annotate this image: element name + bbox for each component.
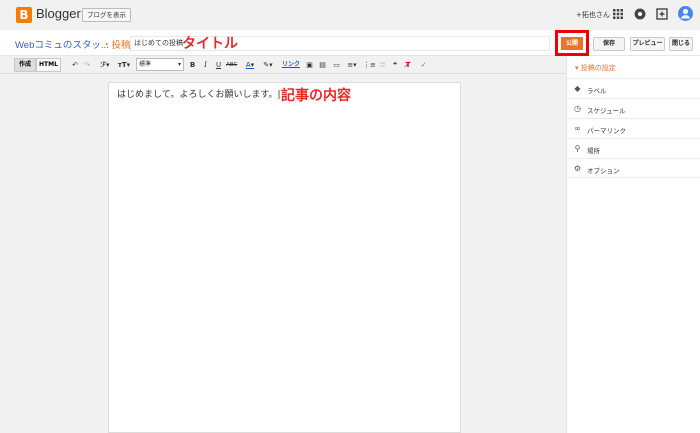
- image-icon[interactable]: ▣: [304, 59, 315, 71]
- blog-name-link[interactable]: Webコミュのスタッ...: [15, 37, 109, 51]
- post-body-editor[interactable]: はじめまして。よろしくお願いします。| 記事の内容: [108, 82, 461, 433]
- bold-icon[interactable]: B: [188, 59, 197, 71]
- text-color-icon[interactable]: A▾: [243, 59, 257, 71]
- save-button[interactable]: 保存: [593, 37, 625, 51]
- clear-format-icon[interactable]: T̸: [403, 59, 413, 71]
- editor-toolbar: 作成 HTML ↶ ↷ ℱ▾ тT▾ 標準 ▾ B I U ABC A▾ ✎▾ リ…: [0, 56, 566, 74]
- undo-icon[interactable]: ↶: [70, 59, 80, 71]
- post-body-text: はじめまして。よろしくお願いします。|: [117, 90, 281, 100]
- font-family-icon[interactable]: ℱ▾: [98, 59, 112, 71]
- user-name[interactable]: +拓也さん: [576, 10, 610, 20]
- link-button[interactable]: リンク: [282, 59, 300, 71]
- compose-mode-button[interactable]: 作成: [14, 58, 36, 72]
- format-select[interactable]: 標準 ▾: [136, 58, 184, 71]
- post-settings-sidebar: ▾ 投稿の設定 ◆ ラベル ◷ スケジュール ∞ パーマリンク ⚲ 場所 ⚙ オプション: [566, 56, 700, 433]
- brand-name: Blogger: [36, 6, 81, 21]
- breadcrumb-post: ・投稿: [102, 40, 131, 51]
- redo-icon[interactable]: ↷: [82, 59, 92, 71]
- close-button[interactable]: 閉じる: [669, 37, 693, 51]
- align-icon[interactable]: ≡▾: [345, 59, 359, 71]
- publish-highlight: 公開: [555, 30, 589, 56]
- publish-button[interactable]: 公開: [561, 37, 583, 50]
- video-icon[interactable]: ▤: [317, 59, 328, 71]
- italic-icon[interactable]: I: [201, 59, 210, 71]
- link-icon: ∞: [574, 124, 581, 133]
- sidebar-item-label: スケジュール: [587, 107, 626, 115]
- share-add-icon[interactable]: [656, 8, 668, 20]
- top-bar: B Blogger ブログを表示 +拓也さん: [0, 0, 700, 30]
- font-size-icon[interactable]: тT▾: [116, 59, 132, 71]
- label-icon: ◆: [574, 84, 581, 93]
- sidebar-item-label: パーマリンク: [587, 127, 626, 135]
- post-header: Webコミュのスタッ... ・投稿 はじめての投稿 タイトル 保存 プレビュー …: [0, 30, 700, 56]
- apps-grid-icon[interactable]: [612, 8, 624, 20]
- strikethrough-icon[interactable]: ABC: [226, 59, 237, 71]
- highlight-color-icon[interactable]: ✎▾: [261, 59, 275, 71]
- html-mode-button[interactable]: HTML: [36, 58, 61, 72]
- sidebar-item-permalink[interactable]: ∞ パーマリンク: [567, 118, 700, 138]
- bulleted-list-icon[interactable]: ∷: [377, 59, 388, 71]
- sidebar-item-schedule[interactable]: ◷ スケジュール: [567, 98, 700, 118]
- numbered-list-icon[interactable]: ⋮≡: [363, 59, 376, 71]
- format-select-value: 標準: [139, 61, 152, 68]
- clock-icon: ◷: [574, 104, 581, 113]
- sidebar-item-location[interactable]: ⚲ 場所: [567, 138, 700, 158]
- gear-icon: ⚙: [573, 164, 582, 173]
- sidebar-item-label: オプション: [587, 167, 620, 175]
- title-annotation: タイトル: [182, 36, 238, 52]
- spellcheck-icon[interactable]: ✓: [418, 59, 429, 71]
- location-icon: ⚲: [574, 144, 581, 153]
- sidebar-item-label: ラベル: [587, 87, 607, 95]
- content-annotation: 記事の内容: [281, 88, 351, 104]
- sidebar-item-options[interactable]: ⚙ オプション: [567, 158, 700, 178]
- notifications-icon[interactable]: [634, 8, 646, 20]
- chevron-down-icon: ▾: [177, 61, 181, 68]
- jump-break-icon[interactable]: ▭: [331, 59, 342, 71]
- avatar[interactable]: [678, 6, 693, 21]
- sidebar-item-label: 場所: [587, 147, 600, 155]
- sidebar-item-labels[interactable]: ◆ ラベル: [567, 78, 700, 98]
- underline-icon[interactable]: U: [214, 59, 223, 71]
- post-settings-header[interactable]: ▾ 投稿の設定: [575, 63, 616, 73]
- view-blog-button[interactable]: ブログを表示: [82, 8, 131, 22]
- blogger-logo-icon[interactable]: B: [16, 7, 32, 23]
- preview-button[interactable]: プレビュー: [630, 37, 665, 51]
- quote-icon[interactable]: ❝: [390, 59, 400, 71]
